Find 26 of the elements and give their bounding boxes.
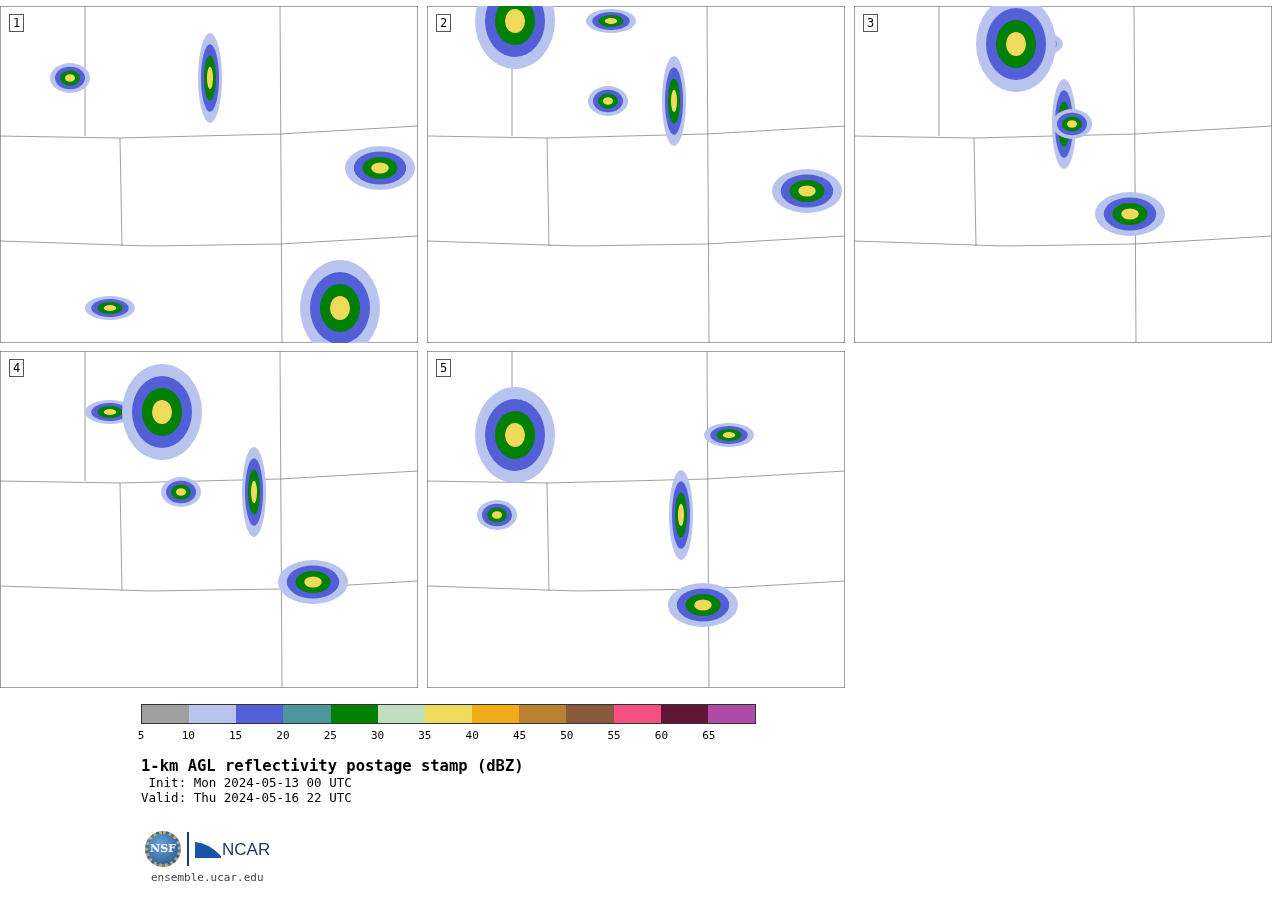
tick-label: 50 <box>560 728 574 744</box>
tick-label: 5 <box>137 728 145 744</box>
swoosh-icon <box>195 840 221 858</box>
website-text: ensemble.ucar.edu <box>151 870 265 886</box>
globe-logo: NSF <box>145 831 181 867</box>
tick-label: 10 <box>181 728 195 744</box>
tick-label: 35 <box>418 728 432 744</box>
panel-number: 1 <box>9 14 25 32</box>
panel-number: 3 <box>863 14 879 32</box>
tick-label: 60 <box>654 728 669 744</box>
valid-time: Valid: Thu 2024-05-16 22 UTC <box>141 790 353 805</box>
tick-label: 15 <box>229 728 243 744</box>
tick-label: 45 <box>512 728 527 744</box>
tick-label: 40 <box>465 728 479 744</box>
logo-text: NCAR <box>222 841 271 858</box>
init-time: Init: Mon 2024-05-13 00 UTC <box>147 775 353 790</box>
tick-label: 30 <box>370 728 385 744</box>
tick-label: 55 <box>607 728 621 744</box>
panel-number: 4 <box>9 359 25 377</box>
chart-title: 1-km AGL reflectivity postage stamp (dBZ) <box>141 757 525 775</box>
panel-number: 5 <box>436 359 452 377</box>
tick-label: 20 <box>276 728 290 744</box>
tick-label: 65 <box>702 728 716 744</box>
panel-number: 2 <box>436 14 452 32</box>
logo-divider <box>187 832 189 866</box>
tick-label: 25 <box>323 728 337 744</box>
